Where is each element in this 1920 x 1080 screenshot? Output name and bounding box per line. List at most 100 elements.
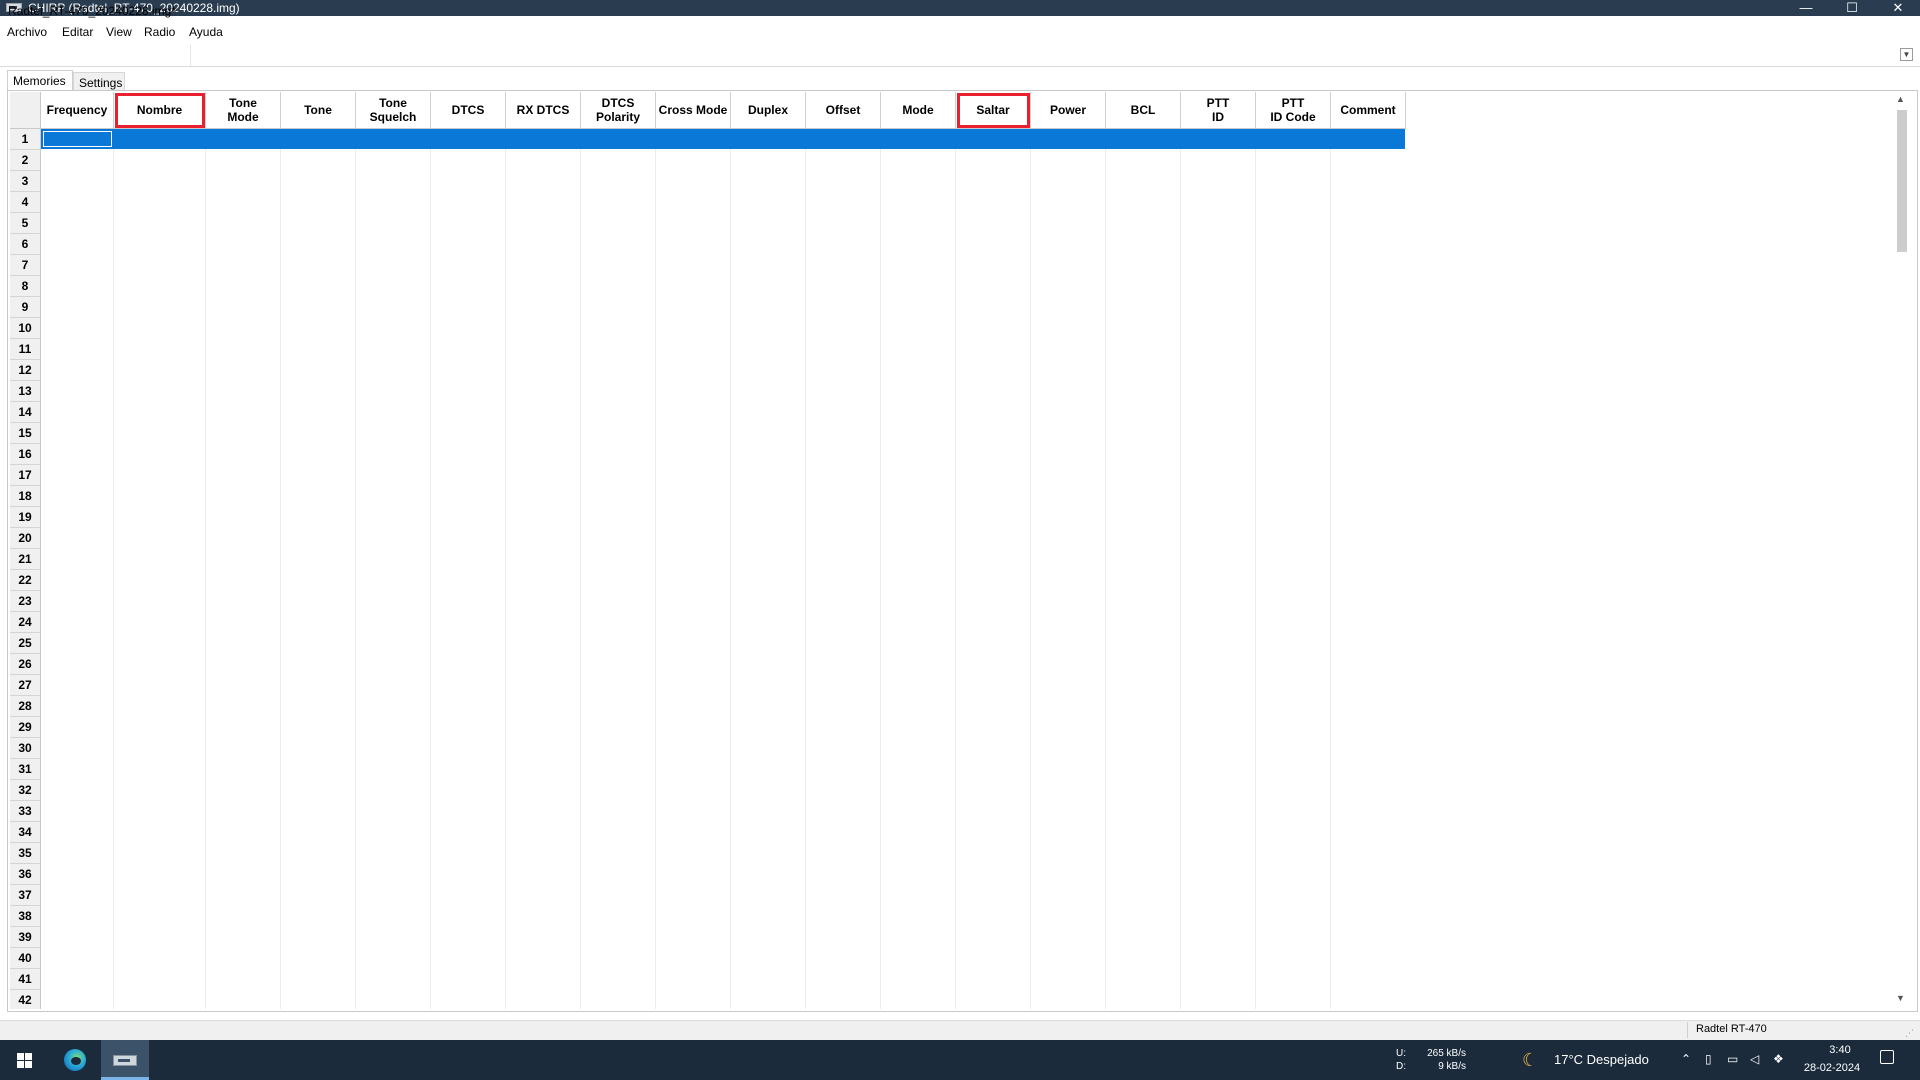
row-number[interactable]: 14 [10,402,40,423]
row-number[interactable]: 30 [10,738,40,759]
row-number[interactable]: 21 [10,549,40,570]
row-number[interactable]: 15 [10,423,40,444]
column-header[interactable]: PTT ID Code [1256,92,1331,129]
column-header[interactable]: DTCS [431,92,506,129]
row-number[interactable]: 32 [10,780,40,801]
document-tab-label: Radtel_RT-470_20240228.img* [8,4,176,18]
column-header[interactable]: Power [1031,92,1106,129]
menu-ayuda[interactable]: Ayuda [189,25,223,39]
row-number[interactable]: 34 [10,822,40,843]
column-header[interactable]: Nombre [114,92,206,129]
row-number[interactable]: 6 [10,234,40,255]
moon-weather-icon[interactable]: ☾ [1522,1050,1538,1071]
scrollbar-thumb[interactable] [1897,110,1907,252]
clock-time[interactable]: 3:40 [1820,1044,1860,1056]
column-header[interactable]: Frequency [41,92,114,129]
close-tab-icon[interactable]: × [173,2,181,17]
row-number[interactable]: 10 [10,318,40,339]
column-header[interactable]: Comment [1331,92,1406,129]
weather-widget[interactable]: 17°C Despejado [1554,1052,1649,1067]
column-header[interactable]: BCL [1106,92,1181,129]
selected-row[interactable] [41,129,1405,149]
selected-cell-focus[interactable] [43,131,112,147]
column-header[interactable]: Saltar [956,92,1031,129]
row-number[interactable]: 22 [10,570,40,591]
row-number[interactable]: 25 [10,633,40,654]
dropbox-icon[interactable]: ❖ [1773,1052,1784,1066]
row-number[interactable]: 17 [10,465,40,486]
start-button[interactable] [0,1040,48,1080]
column-gridline [355,129,356,1009]
row-number[interactable]: 39 [10,927,40,948]
row-number[interactable]: 31 [10,759,40,780]
grid-cells[interactable] [41,129,1405,1009]
column-header[interactable]: Offset [806,92,881,129]
chevron-up-icon[interactable]: ⌃ [1681,1052,1691,1066]
row-number[interactable]: 36 [10,864,40,885]
column-header[interactable]: Tone Squelch [356,92,431,129]
row-number[interactable]: 1 [10,129,40,150]
row-number[interactable]: 26 [10,654,40,675]
minimize-button[interactable]: — [1783,0,1829,16]
row-number[interactable]: 16 [10,444,40,465]
row-number[interactable]: 33 [10,801,40,822]
status-bar [0,1020,1920,1040]
scroll-up-icon[interactable]: ▲ [1896,94,1905,104]
row-number[interactable]: 37 [10,885,40,906]
row-number[interactable]: 11 [10,339,40,360]
column-header[interactable]: Cross Mode [656,92,731,129]
menu-radio[interactable]: Radio [144,25,175,39]
volume-icon[interactable]: ◁ [1750,1052,1759,1066]
row-number[interactable]: 42 [10,990,40,1009]
row-number[interactable]: 13 [10,381,40,402]
tabs-dropdown-icon[interactable]: ▼ [1900,48,1913,61]
row-number[interactable]: 7 [10,255,40,276]
row-number[interactable]: 9 [10,297,40,318]
network-icon[interactable]: ▭ [1727,1052,1738,1066]
menu-view[interactable]: View [106,25,132,39]
row-number[interactable]: 8 [10,276,40,297]
column-header[interactable]: RX DTCS [506,92,581,129]
column-header[interactable]: Tone Mode [206,92,281,129]
title-bar[interactable] [0,0,1920,16]
row-number[interactable]: 29 [10,717,40,738]
row-number[interactable]: 27 [10,675,40,696]
menu-editar[interactable]: Editar [62,25,93,39]
row-number[interactable]: 23 [10,591,40,612]
row-number[interactable]: 18 [10,486,40,507]
network-download-speed: 9 kB/s [1438,1061,1466,1072]
row-number[interactable]: 20 [10,528,40,549]
menu-archivo[interactable]: Archivo [7,25,47,39]
row-number[interactable]: 35 [10,843,40,864]
row-number[interactable]: 19 [10,507,40,528]
clock-date[interactable]: 28-02-2024 [1802,1062,1862,1074]
column-gridline [430,129,431,1009]
row-number[interactable]: 12 [10,360,40,381]
row-number[interactable]: 5 [10,213,40,234]
row-number[interactable]: 3 [10,171,40,192]
tab-settings[interactable]: Settings [73,72,125,90]
maximize-button[interactable]: ☐ [1829,0,1875,16]
row-number[interactable]: 2 [10,150,40,171]
status-radio-model: Radtel RT-470 [1696,1023,1767,1035]
column-header[interactable]: Mode [881,92,956,129]
row-number[interactable]: 28 [10,696,40,717]
document-tab[interactable] [0,45,191,66]
notifications-icon[interactable] [1880,1050,1894,1064]
tab-memories[interactable]: Memories [7,70,73,90]
close-button[interactable]: ✕ [1875,0,1920,16]
edge-browser-icon [64,1049,86,1071]
row-number[interactable]: 40 [10,948,40,969]
row-number[interactable]: 38 [10,906,40,927]
scroll-down-icon[interactable]: ▼ [1896,993,1905,1003]
column-header[interactable]: DTCS Polarity [581,92,656,129]
row-number[interactable]: 41 [10,969,40,990]
column-header[interactable]: Tone [281,92,356,129]
column-header[interactable]: Duplex [731,92,806,129]
row-number[interactable]: 4 [10,192,40,213]
row-number[interactable]: 24 [10,612,40,633]
column-header[interactable]: PTT ID [1181,92,1256,129]
resize-grip-icon[interactable]: ⋰ [1905,1028,1914,1039]
device-icon[interactable]: ▯ [1705,1052,1712,1066]
grid-corner-cell[interactable] [10,92,41,129]
